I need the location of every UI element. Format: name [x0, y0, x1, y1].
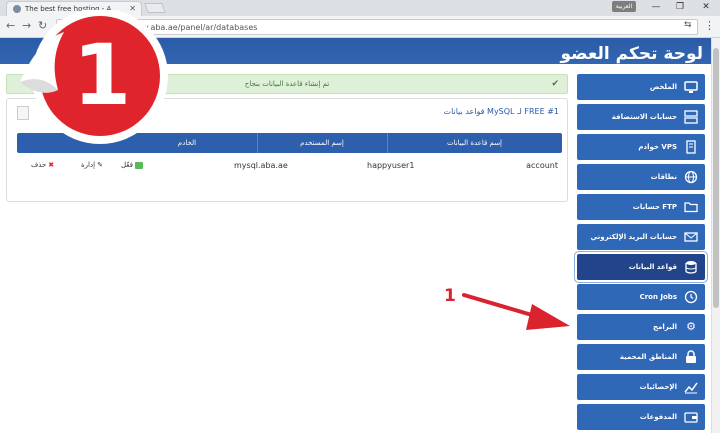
- sidebar-item-label: خوادم VPS: [638, 143, 677, 151]
- column-user[interactable]: إسم المستخدم: [257, 133, 387, 153]
- sidebar-item-hosting[interactable]: حسابات الاستضافة: [577, 104, 705, 130]
- sidebar-item-label: حسابات البريد الإلكتروني: [590, 233, 677, 241]
- activate-icon: [135, 161, 144, 169]
- page-title: لوحة تحكم العضو: [560, 44, 703, 64]
- scroll-thumb[interactable]: [713, 48, 719, 308]
- folder-icon: [684, 200, 698, 214]
- clock-icon: [684, 290, 698, 304]
- mail-icon: [684, 230, 698, 244]
- maximize-icon[interactable]: ❐: [668, 0, 692, 15]
- language-badge[interactable]: العربية: [612, 1, 636, 12]
- step-number: 1: [444, 286, 456, 306]
- sidebar-item-domains[interactable]: نطاقات: [577, 164, 705, 190]
- table-row: account happyuser1 mysql.aba.ae فعّل إدا…: [17, 157, 562, 175]
- sidebar-item-vps[interactable]: خوادم VPS: [577, 134, 705, 160]
- scrollbar[interactable]: [711, 38, 720, 433]
- sidebar-item-databases[interactable]: قواعد البيانات: [577, 254, 705, 280]
- sidebar-item-ftp[interactable]: حسابات FTP: [577, 194, 705, 220]
- sidebar-item-label: الإحصائيات: [639, 383, 677, 391]
- manage-link[interactable]: إدارة ✎: [81, 161, 103, 169]
- chart-icon: [684, 380, 698, 394]
- vps-icon: [684, 140, 698, 154]
- manage-label: إدارة: [81, 161, 96, 169]
- sidebar-item-stats[interactable]: الإحصائيات: [577, 374, 705, 400]
- sidebar-item-protected[interactable]: المناطق المحمية: [577, 344, 705, 370]
- sidebar-item-label: قواعد البيانات: [628, 263, 677, 271]
- sidebar-item-label: حسابات FTP: [632, 203, 677, 211]
- sidebar-item-label: الملخص: [649, 83, 677, 91]
- cell-host: mysql.aba.ae: [234, 161, 288, 170]
- monitor-icon: [684, 80, 698, 94]
- delete-icon: ✖: [48, 161, 55, 169]
- server-icon: [684, 110, 698, 124]
- check-icon: ✔: [551, 79, 559, 89]
- sidebar-item-payments[interactable]: المدفوعات: [577, 404, 705, 430]
- lock-icon: [684, 350, 698, 364]
- column-separator: [257, 133, 258, 153]
- sidebar-item-summary[interactable]: الملخص: [577, 74, 705, 100]
- database-icon: [684, 260, 698, 274]
- sidebar-item-software[interactable]: البرامج ⚙: [577, 314, 705, 340]
- alert-message: تم إنشاء قاعدة البيانات بنجاح: [244, 80, 330, 88]
- sidebar-item-label: البرامج: [652, 323, 677, 331]
- translate-icon[interactable]: ⇆: [684, 20, 692, 30]
- close-window-icon[interactable]: ✕: [694, 0, 718, 15]
- sidebar-item-label: Cron Jobs: [639, 293, 677, 301]
- column-separator: [387, 133, 388, 153]
- minimize-icon[interactable]: —: [644, 0, 668, 15]
- wallet-icon: [684, 410, 698, 424]
- sidebar-item-label: نطاقات: [650, 173, 677, 181]
- step-badge-icon: 1: [20, 10, 168, 144]
- menu-icon[interactable]: ⋮: [704, 19, 715, 32]
- delete-label: حذف: [31, 161, 47, 169]
- big-step-number: 1: [73, 26, 131, 124]
- sidebar-item-label: حسابات الاستضافة: [611, 113, 677, 121]
- activate-label: فعّل: [121, 161, 134, 169]
- globe-icon: [684, 170, 698, 184]
- sidebar-item-label: المدفوعات: [639, 413, 677, 421]
- sidebar-item-label: المناطق المحمية: [619, 353, 677, 361]
- activate-link[interactable]: فعّل: [121, 161, 144, 169]
- panel-title: قواعد بيانات MySQL لـ FREE #1: [443, 107, 559, 116]
- gear-icon: ⚙: [686, 320, 696, 333]
- sidebar-item-email[interactable]: حسابات البريد الإلكتروني: [577, 224, 705, 250]
- red-arrow-icon: [462, 293, 570, 330]
- manage-icon: ✎: [97, 161, 103, 169]
- column-database[interactable]: إسم قاعدة البيانات: [387, 133, 562, 153]
- cell-database: account: [526, 161, 558, 170]
- sidebar-item-cron[interactable]: Cron Jobs: [577, 284, 705, 310]
- delete-link[interactable]: حذف ✖: [31, 161, 54, 169]
- cell-user: happyuser1: [367, 161, 415, 170]
